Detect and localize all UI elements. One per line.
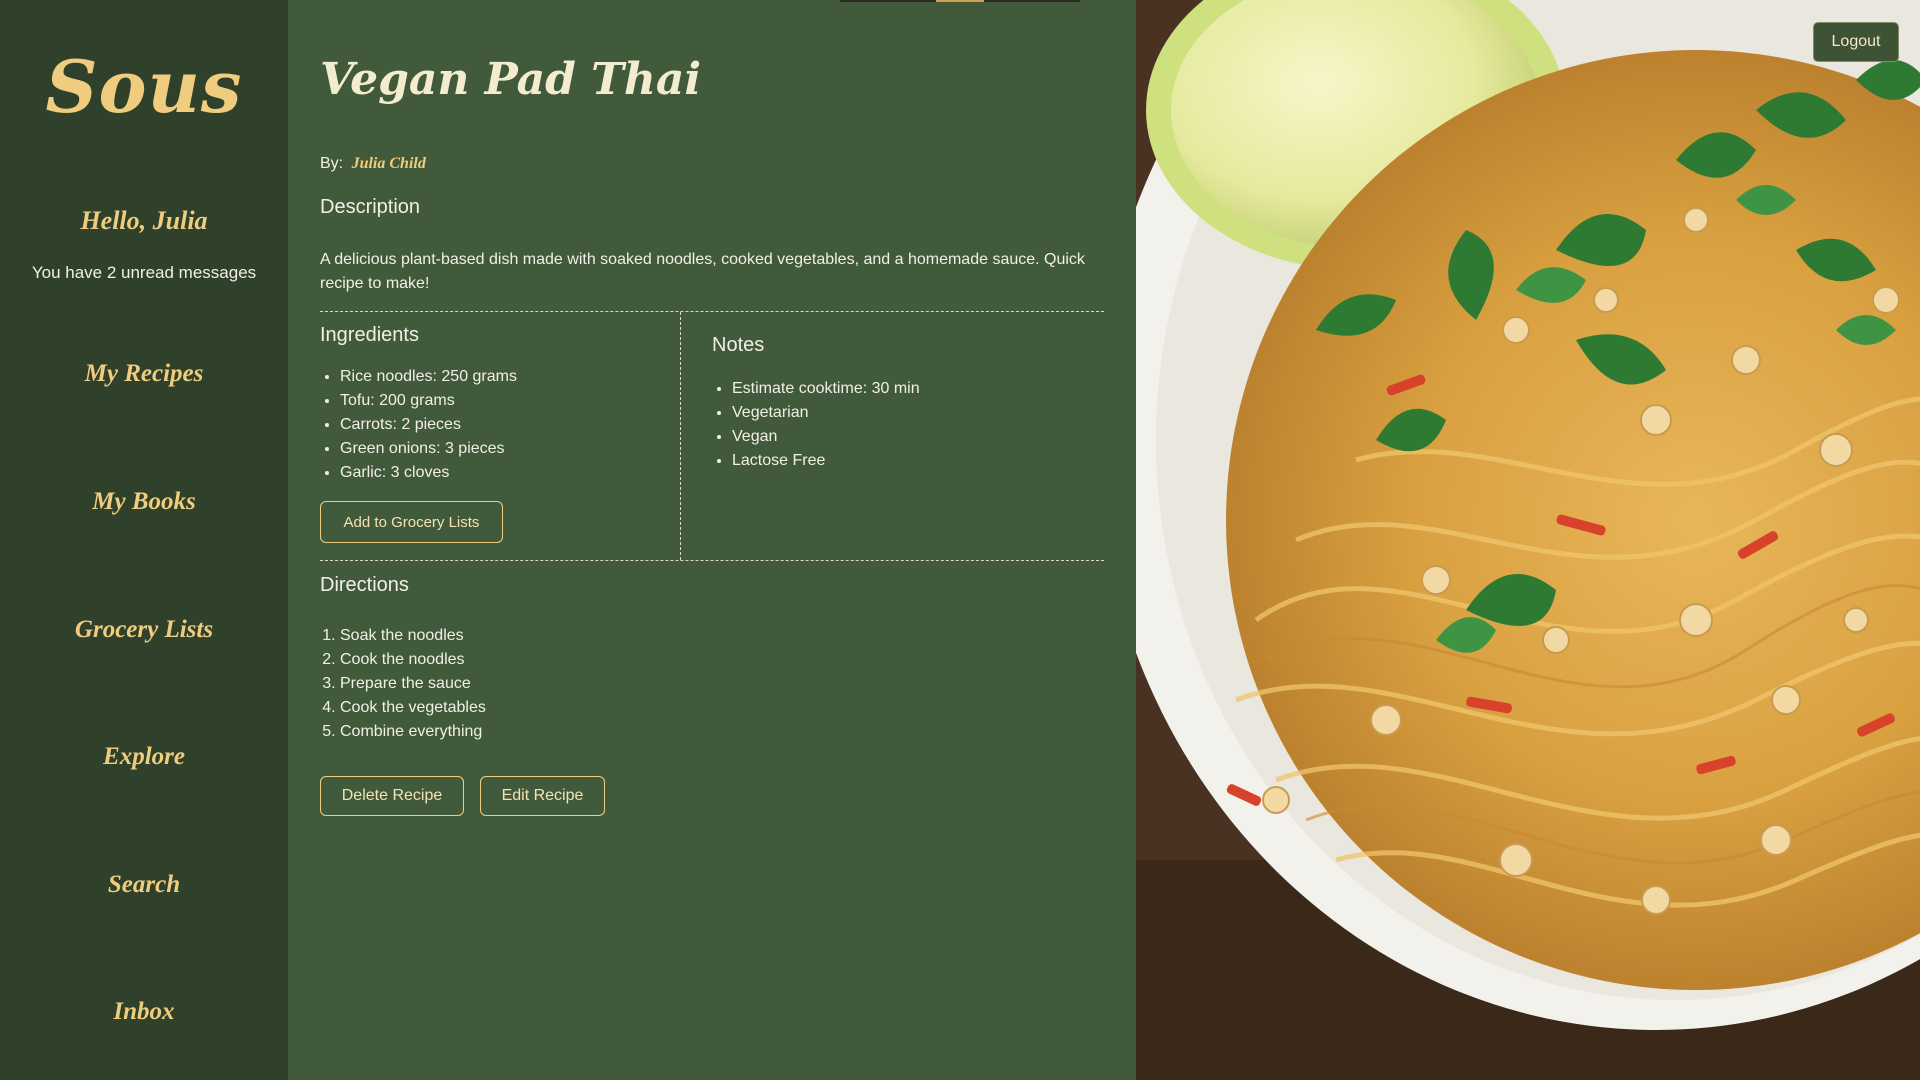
note-item: Vegan (732, 425, 920, 449)
recipe-detail: Vegan Pad Thai By: Julia Child Descripti… (288, 0, 1136, 1080)
divider-vertical (680, 312, 681, 560)
ingredient-item: Garlic: 3 cloves (340, 461, 517, 485)
scroll-indicator (840, 0, 1080, 2)
sidebar-item-my-recipes[interactable]: My Recipes (0, 360, 288, 388)
notes-list: Estimate cooktime: 30 minVegetarianVegan… (712, 377, 920, 473)
by-label: By: (320, 155, 344, 172)
pad-thai-image (1136, 0, 1920, 1080)
sidebar-item-inbox[interactable]: Inbox (0, 998, 288, 1026)
ingredient-item: Carrots: 2 pieces (340, 413, 517, 437)
ingredient-item: Tofu: 200 grams (340, 389, 517, 413)
notes-heading: Notes (712, 334, 765, 356)
edit-recipe-button[interactable]: Edit Recipe (480, 776, 605, 816)
note-item: Estimate cooktime: 30 min (732, 377, 920, 401)
recipe-author-link[interactable]: Julia Child (352, 155, 426, 172)
direction-item: Cook the vegetables (340, 696, 486, 720)
add-to-grocery-lists-button[interactable]: Add to Grocery Lists (320, 501, 503, 543)
note-item: Lactose Free (732, 449, 920, 473)
ingredient-item: Rice noodles: 250 grams (340, 365, 517, 389)
sidebar-item-grocery-lists[interactable]: Grocery Lists (0, 616, 288, 644)
divider-bottom (320, 560, 1104, 561)
sidebar: Sous Hello, Julia You have 2 unread mess… (0, 0, 288, 1080)
direction-item: Prepare the sauce (340, 672, 486, 696)
description-heading: Description (320, 196, 421, 218)
unread-messages-text: You have 2 unread messages (31, 263, 257, 282)
ingredient-item: Green onions: 3 pieces (340, 437, 517, 461)
logout-button[interactable]: Logout (1813, 22, 1899, 62)
sidebar-item-search[interactable]: Search (0, 871, 288, 899)
directions-heading: Directions (320, 574, 409, 596)
recipe-description: A delicious plant-based dish made with s… (320, 251, 1085, 292)
directions-list: Soak the noodlesCook the noodlesPrepare … (320, 624, 486, 744)
direction-item: Soak the noodles (340, 624, 486, 648)
app-logo[interactable]: Sous (0, 44, 288, 129)
note-item: Vegetarian (732, 401, 920, 425)
direction-item: Combine everything (340, 720, 486, 744)
ingredients-list: Rice noodles: 250 gramsTofu: 200 gramsCa… (320, 365, 517, 485)
user-greeting: Hello, Julia (80, 206, 208, 235)
divider-top (320, 311, 1104, 312)
sidebar-item-my-books[interactable]: My Books (0, 488, 288, 516)
recipe-byline: By: Julia Child (320, 155, 426, 173)
ingredients-heading: Ingredients (320, 324, 419, 346)
sidebar-item-explore[interactable]: Explore (0, 743, 288, 771)
delete-recipe-button[interactable]: Delete Recipe (320, 776, 464, 816)
recipe-photo (1136, 0, 1920, 1080)
direction-item: Cook the noodles (340, 648, 486, 672)
recipe-title: Vegan Pad Thai (320, 54, 702, 105)
